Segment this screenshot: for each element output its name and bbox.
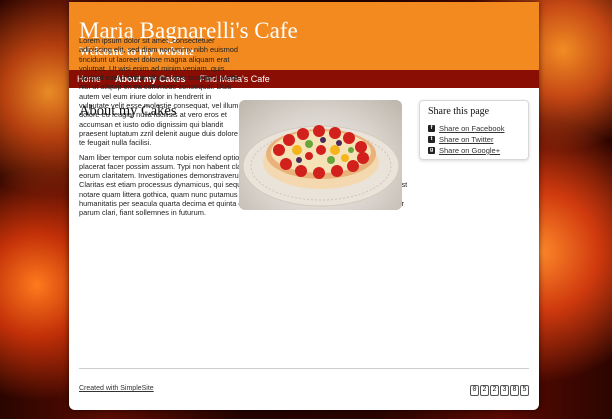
share-title: Share this page	[428, 106, 490, 117]
share-facebook-link[interactable]: f Share on Facebook	[428, 124, 520, 133]
footer-divider	[79, 368, 529, 369]
twitter-icon: t	[428, 136, 435, 143]
google-plus-icon: g	[428, 147, 435, 154]
counter-digit: 5	[520, 385, 529, 396]
counter-digit: 0	[470, 385, 479, 396]
share-facebook-label[interactable]: Share on Facebook	[439, 124, 504, 133]
simplesite-credit-link[interactable]: Created with SimpleSite	[79, 385, 154, 392]
paragraph-1: Lorem ipsum dolor sit amet, consectetuer…	[79, 36, 239, 148]
visitor-counter: 0 2 2 3 8 5	[469, 385, 529, 396]
share-google-plus-link[interactable]: g Share on Google+	[428, 146, 520, 155]
counter-digit: 2	[480, 385, 489, 396]
cake-image	[239, 100, 402, 210]
counter-digit: 8	[510, 385, 519, 396]
share-twitter-link[interactable]: t Share on Twitter	[428, 135, 520, 144]
facebook-icon: f	[428, 125, 435, 132]
share-google-plus-label[interactable]: Share on Google+	[439, 146, 500, 155]
page-frame: Maria Bagnarelli's Cafe Welcome to my we…	[69, 2, 539, 410]
share-twitter-label[interactable]: Share on Twitter	[439, 135, 493, 144]
counter-digit: 3	[500, 385, 509, 396]
share-panel: Share this page f Share on Facebook t Sh…	[419, 100, 529, 160]
counter-digit: 2	[490, 385, 499, 396]
